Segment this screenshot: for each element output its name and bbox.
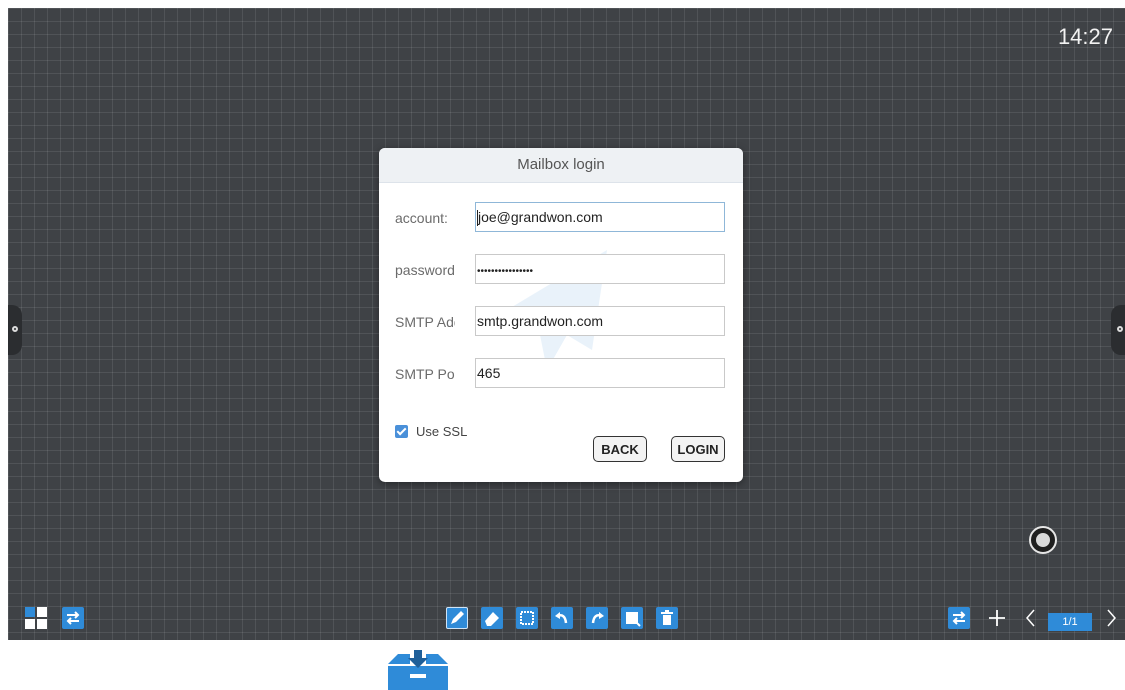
account-input[interactable]: joe@grandwon.com [475, 202, 725, 232]
pen-icon[interactable] [446, 607, 468, 629]
back-button[interactable]: BACK [593, 436, 647, 462]
password-value: •••••••••••••••• [477, 266, 534, 277]
use-ssl-option[interactable]: Use SSL [395, 424, 467, 439]
login-button[interactable]: LOGIN [671, 436, 725, 462]
smtp-port-row: SMTP Port: 465 [379, 358, 743, 390]
account-label: account: [395, 210, 448, 226]
page-indicator[interactable]: 1/1 [1048, 613, 1092, 631]
redo-icon[interactable] [586, 607, 608, 629]
switch-icon[interactable] [948, 607, 970, 629]
settings-dot-icon [1117, 326, 1123, 332]
smtp-address-input[interactable]: smtp.grandwon.com [475, 306, 725, 336]
smtp-address-value: smtp.grandwon.com [477, 313, 604, 329]
use-ssl-checkbox[interactable] [395, 425, 408, 438]
add-page-icon[interactable] [986, 607, 1008, 629]
clock: 14:27 [1057, 24, 1113, 49]
password-row: password: •••••••••••••••• [379, 254, 743, 286]
settings-dot-icon [12, 326, 18, 332]
smtp-address-label: SMTP Address: [395, 314, 455, 330]
eraser-icon[interactable] [481, 607, 503, 629]
smtp-address-row: SMTP Address: smtp.grandwon.com [379, 306, 743, 338]
grid-icon[interactable] [25, 607, 47, 629]
smtp-port-label: SMTP Port: [395, 366, 455, 382]
prev-page-icon[interactable] [1020, 607, 1042, 629]
switch-icon[interactable] [62, 607, 84, 629]
use-ssl-label: Use SSL [416, 424, 468, 439]
download-inbox-icon[interactable] [388, 650, 448, 690]
next-page-icon[interactable] [1100, 607, 1122, 629]
account-value: joe@grandwon.com [478, 209, 603, 225]
smtp-port-value: 465 [477, 365, 501, 381]
mailbox-login-dialog: Mailbox login account: joe@grandwon.com … [379, 148, 743, 482]
roam-icon[interactable] [621, 607, 643, 629]
right-settings-tab[interactable] [1111, 305, 1125, 355]
account-row: account: joe@grandwon.com [379, 202, 743, 234]
delete-icon[interactable] [656, 607, 678, 629]
undo-icon[interactable] [551, 607, 573, 629]
left-settings-tab[interactable] [8, 305, 22, 355]
password-input[interactable]: •••••••••••••••• [475, 254, 725, 284]
password-label: password: [395, 262, 455, 278]
smtp-port-input[interactable]: 465 [475, 358, 725, 388]
select-icon[interactable] [516, 607, 538, 629]
floating-menu-button[interactable] [1029, 526, 1057, 554]
dialog-title: Mailbox login [379, 148, 743, 183]
